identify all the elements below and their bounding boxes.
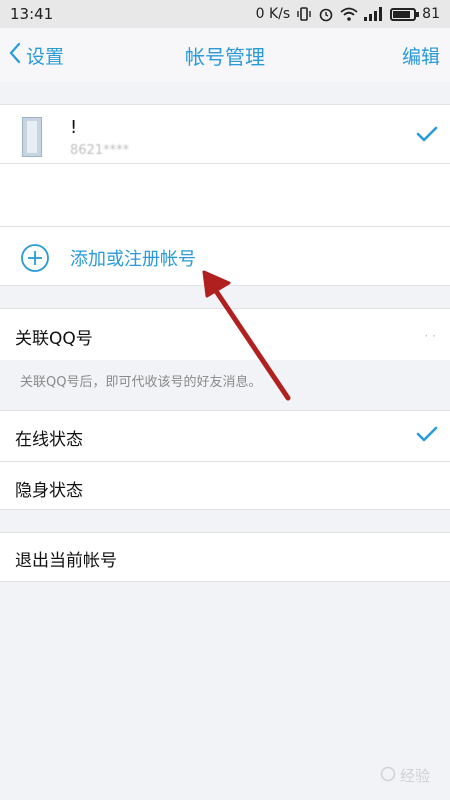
add-account-label: 添加或注册帐号 — [70, 249, 196, 270]
blank-area — [0, 164, 450, 226]
watermark-text: 经验 — [399, 767, 430, 785]
battery-level: 81 — [422, 6, 440, 22]
status-icons: 0 K/s 81 — [256, 6, 440, 22]
plus-circle-icon — [20, 243, 50, 277]
link-qq-label: 关联QQ号 — [15, 329, 93, 349]
checkmark-icon — [416, 425, 438, 447]
status-option-invisible[interactable]: 隐身状态 — [0, 461, 450, 511]
signal-icon — [364, 7, 384, 21]
checkmark-icon — [416, 125, 438, 147]
add-account-button[interactable]: 添加或注册帐号 — [0, 226, 450, 286]
link-qq-value: · · — [424, 329, 436, 343]
vibrate-icon — [296, 6, 312, 22]
account-item[interactable]: ! 8621**** — [0, 104, 450, 164]
edit-button[interactable]: 编辑 — [402, 28, 440, 82]
wifi-icon — [340, 6, 358, 22]
alarm-icon — [318, 6, 334, 22]
back-label: 设置 — [26, 45, 65, 68]
navigation-bar: 设置 帐号管理 编辑 — [0, 28, 450, 82]
watermark: 经验 — [380, 765, 430, 786]
link-qq-item[interactable]: 关联QQ号 · · — [0, 308, 450, 360]
battery-icon — [390, 7, 420, 21]
chevron-left-icon — [8, 41, 22, 70]
status-list: 在线状态 隐身状态 — [0, 410, 450, 510]
watermark-icon — [380, 766, 396, 786]
page-title: 帐号管理 — [185, 44, 265, 69]
status-time: 13:41 — [10, 5, 54, 23]
back-button[interactable]: 设置 — [8, 28, 64, 82]
network-speed: 0 K/s — [255, 6, 291, 22]
account-number: 8621**** — [70, 143, 130, 158]
account-name: ! — [70, 117, 78, 138]
logout-label: 退出当前帐号 — [15, 551, 117, 571]
status-option-online[interactable]: 在线状态 — [0, 411, 450, 461]
avatar — [22, 117, 42, 157]
link-qq-description: 关联QQ号后，即可代收该号的好友消息。 — [20, 375, 262, 390]
status-bar: 13:41 0 K/s 81 — [0, 0, 450, 28]
logout-button[interactable]: 退出当前帐号 — [0, 532, 450, 582]
status-option-label: 隐身状态 — [15, 481, 83, 501]
status-option-label: 在线状态 — [15, 430, 83, 450]
